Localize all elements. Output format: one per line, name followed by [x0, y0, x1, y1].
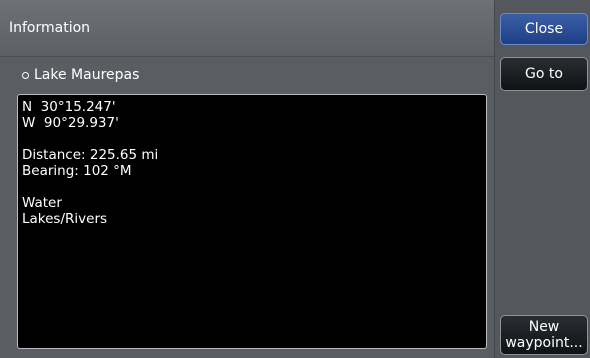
dialog-title: Information [9, 20, 91, 36]
place-name: Lake Maurepas [34, 67, 140, 83]
new-waypoint-label-line2: waypoint... [505, 335, 583, 351]
title-bar: Information [0, 0, 494, 57]
bearing-text: Bearing: 102 °M [22, 163, 132, 179]
close-button[interactable]: Close [500, 13, 588, 45]
place-header: Lake Maurepas [22, 67, 139, 83]
new-waypoint-button[interactable]: New waypoint... [500, 315, 588, 355]
feature-subtype-text: Lakes/Rivers [22, 211, 108, 227]
feature-type-text: Water [22, 195, 62, 211]
new-waypoint-label-line1: New [528, 319, 560, 335]
latitude-text: N 30°15.247' [22, 99, 116, 115]
button-sidebar [494, 0, 590, 358]
information-dialog: Information Lake Maurepas N 30°15.247' W… [0, 0, 590, 358]
info-text-box[interactable]: N 30°15.247' W 90°29.937' Distance: 225.… [17, 94, 487, 349]
distance-text: Distance: 225.65 mi [22, 147, 159, 163]
go-to-button[interactable]: Go to [500, 57, 588, 91]
circle-icon [22, 71, 29, 79]
longitude-text: W 90°29.937' [22, 115, 119, 131]
